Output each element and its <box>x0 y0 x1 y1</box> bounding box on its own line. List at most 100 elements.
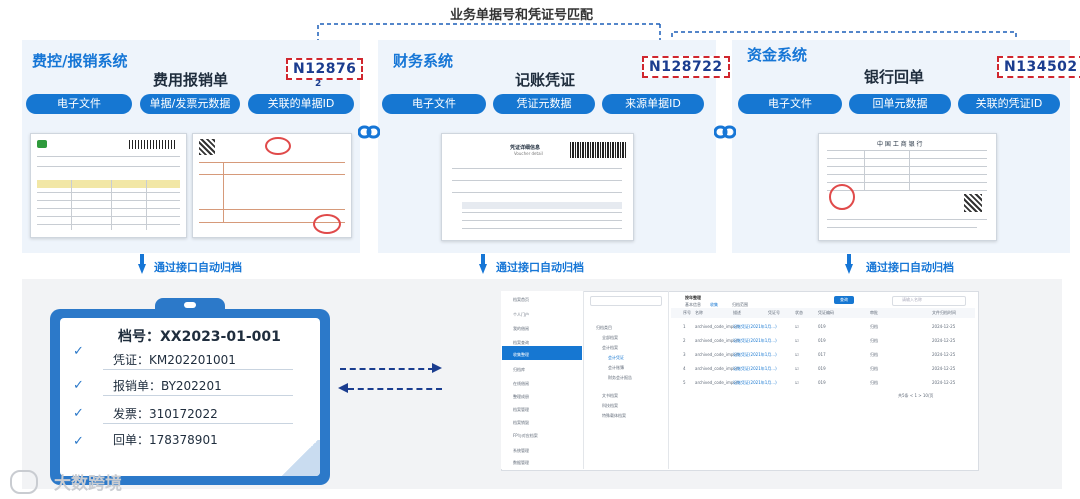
cell: ☑ <box>795 366 799 371</box>
tree-item[interactable]: 归档类目 <box>596 325 612 331</box>
logo-icon <box>37 140 47 148</box>
qr-code-icon <box>199 139 215 155</box>
cell: 归档 <box>870 352 878 357</box>
cell: 归档 <box>870 366 878 371</box>
column-header: 审批 <box>870 310 878 315</box>
tree-item-active[interactable]: 会计凭证 <box>608 355 624 361</box>
tree-item[interactable]: 财务会计报告 <box>608 375 632 381</box>
expense-report-image <box>30 133 187 238</box>
sidebar-item[interactable]: 在线借阅 <box>513 381 529 387</box>
tree-item[interactable]: 特殊载体档案 <box>602 413 626 419</box>
check-icon: ✓ <box>73 378 84 393</box>
finance-pill-source: 来源单据ID <box>602 94 704 114</box>
tree-item[interactable]: 会计档案 <box>602 345 618 351</box>
sidebar-item[interactable]: 我的借阅 <box>513 326 529 332</box>
cell: 归档 <box>870 324 878 329</box>
check-icon: ✓ <box>73 406 84 421</box>
cell: ☑ <box>795 324 799 329</box>
finance-pill-file: 电子文件 <box>382 94 486 114</box>
archive-arrow-head <box>845 264 853 274</box>
page-curl <box>280 440 320 476</box>
tree-item[interactable]: 科技档案 <box>602 403 618 409</box>
column-header: 序号 <box>683 310 691 315</box>
invoice-image <box>192 133 352 238</box>
cell: 2024-12-25 <box>932 352 956 357</box>
tree-search[interactable] <box>590 296 662 306</box>
sidebar-item[interactable]: 整理成册 <box>513 394 529 400</box>
voucher-image: 凭证详细信息 Voucher detail <box>441 133 634 241</box>
link-icon <box>713 124 737 139</box>
column-header: 凭证号 <box>768 310 780 315</box>
cell: 019 <box>818 338 826 343</box>
cell: 4 <box>683 366 686 371</box>
archive-label-2: 通过接口自动归档 <box>496 261 584 274</box>
sync-arrow-right <box>340 368 434 370</box>
cell: 3 <box>683 352 686 357</box>
content-header-title: 按年整理 <box>685 295 701 300</box>
search-placeholder: 请输入名称 <box>902 297 922 302</box>
sidebar-item[interactable]: 个人门户 <box>513 312 529 318</box>
sidebar-item[interactable]: FP与对应档案 <box>513 433 538 439</box>
cell-link[interactable]: 记账凭证(2021年1月...) <box>733 338 777 344</box>
cell: 019 <box>818 324 826 329</box>
cell: 2024-12-25 <box>932 380 956 385</box>
expense-doc-id: N12876 <box>286 58 364 80</box>
sidebar-item[interactable]: 归档库 <box>513 367 525 373</box>
watermark-logo-icon <box>10 470 38 494</box>
query-button[interactable]: 查询 <box>834 296 854 304</box>
invoice-stamp-icon <box>265 137 291 155</box>
tree-item[interactable]: 会计账簿 <box>608 365 624 371</box>
expense-doc-title: 费用报销单 <box>153 71 229 89</box>
finance-system-name: 财务系统 <box>393 52 454 70</box>
column-header: 描述 <box>733 310 741 315</box>
cell: ☑ <box>795 352 799 357</box>
archive-row-voucher: 凭证：KM202201001 <box>113 353 236 367</box>
fund-system-name: 资金系统 <box>747 46 808 64</box>
bank-qr-icon <box>964 194 982 212</box>
link-icon <box>357 124 381 139</box>
archive-label-1: 通过接口自动归档 <box>154 261 242 274</box>
bank-receipt-image: 中 国 工 商 银 行 <box>818 133 997 241</box>
bank-doc-title: 中 国 工 商 银 行 <box>877 141 923 148</box>
watermark-text: 大数跨境 <box>54 474 122 494</box>
arrow-right-icon <box>432 363 442 373</box>
column-header: 状态 <box>795 310 803 315</box>
cell-link[interactable]: 记账凭证(2021年1月...) <box>733 324 777 330</box>
cell-link[interactable]: 记账凭证(2021年1月...) <box>733 352 777 358</box>
sidebar-item[interactable]: 数据管理 <box>513 460 529 466</box>
sidebar-item[interactable]: 档案查询 <box>513 340 529 346</box>
fund-doc-id: N134502 <box>997 56 1080 78</box>
check-icon: ✓ <box>73 434 84 449</box>
tree-item[interactable]: 全部档案 <box>602 335 618 341</box>
cell-link[interactable]: 记账凭证(2021年1月...) <box>733 366 777 372</box>
cell: ☑ <box>795 338 799 343</box>
fund-pill-related: 关联的凭证ID <box>958 94 1060 114</box>
finance-doc-title: 记账凭证 <box>515 71 576 89</box>
finance-pill-meta: 凭证元数据 <box>493 94 595 114</box>
cell: 5 <box>683 380 686 385</box>
cell: 归档 <box>870 338 878 343</box>
finance-doc-id: N128722 <box>642 56 730 78</box>
cell: ☑ <box>795 380 799 385</box>
sidebar-item-active[interactable]: 收集整理 <box>513 352 529 358</box>
cell: 019 <box>818 380 826 385</box>
sidebar-item[interactable]: 档案销毁 <box>513 420 529 426</box>
clipboard-clip-icon <box>155 298 225 316</box>
sidebar-item[interactable]: 档案管理 <box>513 407 529 413</box>
archive-label-3: 通过接口自动归档 <box>866 261 954 274</box>
pagination[interactable]: 共5条 < 1 > 10/页 <box>898 393 933 399</box>
seller-stamp-icon <box>313 214 341 234</box>
expense-pill-meta: 单据/发票元数据 <box>140 94 240 114</box>
sync-arrow-left <box>348 388 442 390</box>
cell: 017 <box>818 352 826 357</box>
sidebar-item[interactable]: 档案首页 <box>513 297 529 303</box>
barcode-icon <box>570 142 626 158</box>
tree-item[interactable]: 文书档案 <box>602 393 618 399</box>
sidebar-item[interactable]: 系统管理 <box>513 448 529 454</box>
archive-row-expense: 报销单：BY202201 <box>113 379 222 393</box>
archive-arrow-head <box>479 264 487 274</box>
expense-system-name: 费控/报销系统 <box>32 52 128 70</box>
cell-link[interactable]: 记账凭证(2021年1月...) <box>733 380 777 386</box>
archive-row-invoice: 发票：310172022 <box>113 407 218 421</box>
archive-number: 档号：XX2023-01-001 <box>118 329 281 345</box>
